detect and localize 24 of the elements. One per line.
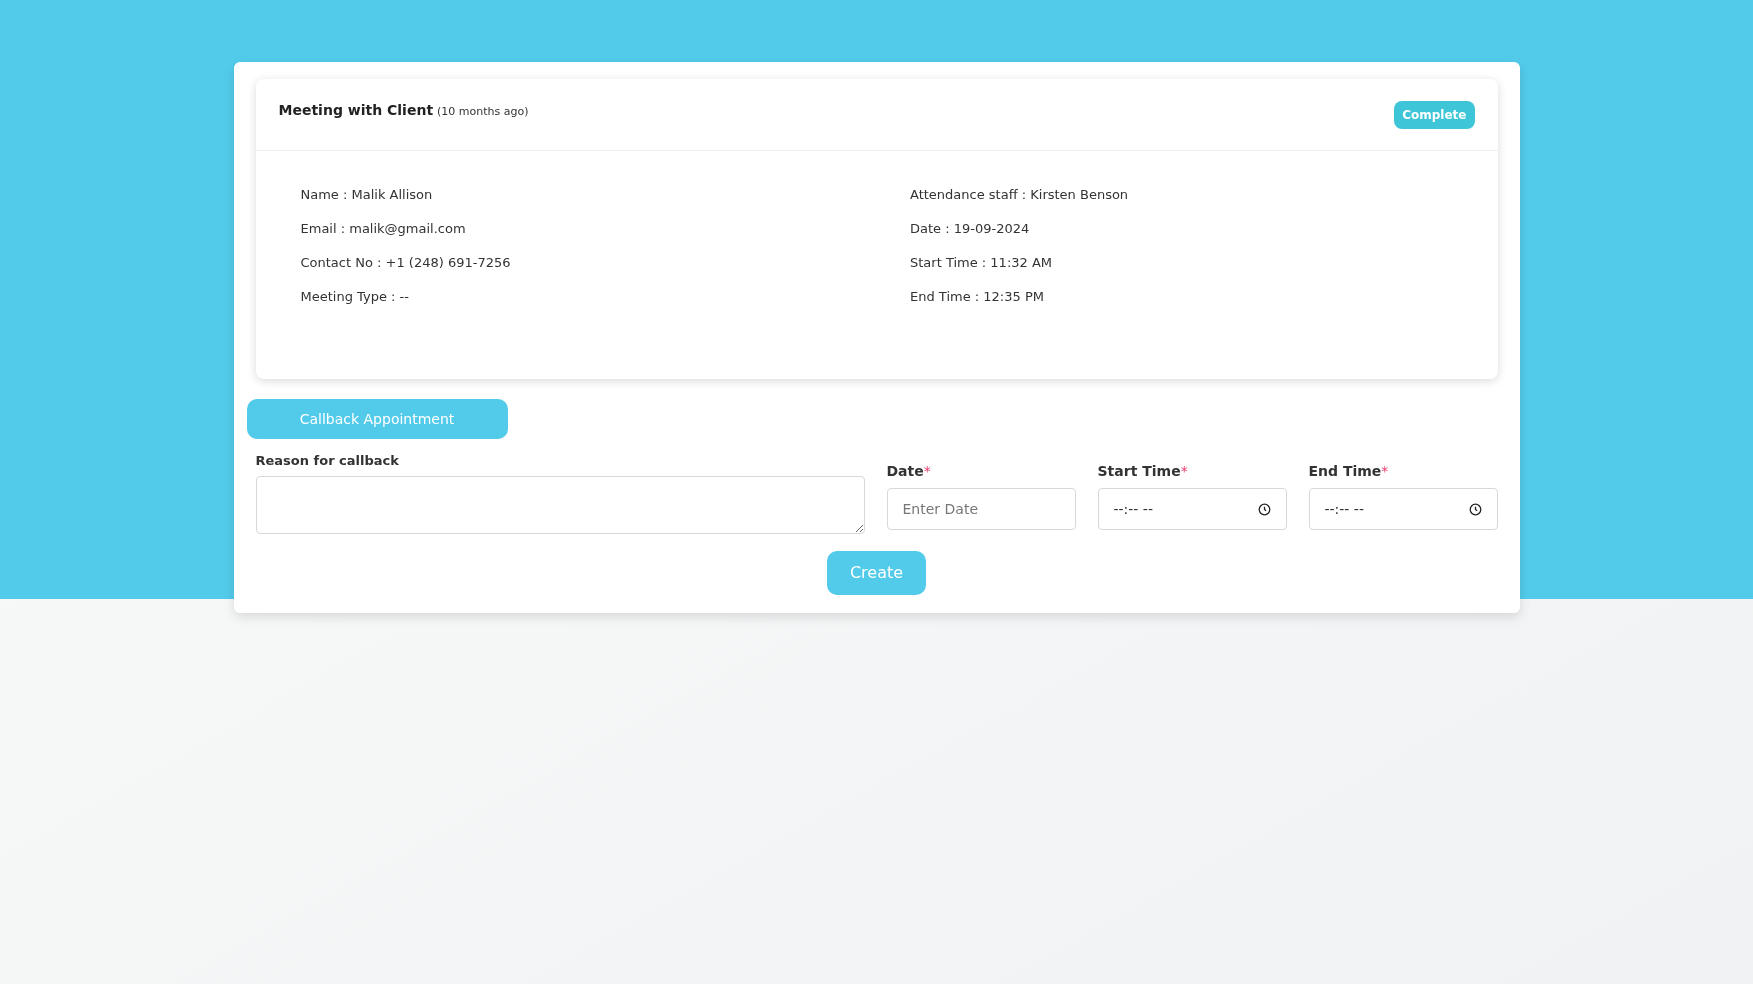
time-field[interactable]: --:-- -- <box>1308 488 1498 530</box>
required-mark: * <box>923 462 931 481</box>
clock-icon[interactable] <box>1468 502 1482 516</box>
meeting-detail: Name : Malik Allison <box>300 186 434 204</box>
meeting-detail: Meeting Type : -- <box>300 288 410 306</box>
field-label: End Time <box>1308 462 1382 481</box>
field-label: Start Time <box>1097 462 1181 481</box>
status-badge: Complete <box>1394 100 1475 129</box>
meeting-detail: Start Time : 11:32 AM <box>910 254 1054 272</box>
meeting-detail: End Time : 12:35 PM <box>910 288 1045 306</box>
meeting-detail: Date : 19-09-2024 <box>910 220 1031 238</box>
meeting-detail: Email : malik@gmail.com <box>300 220 467 238</box>
required-mark: * <box>1381 462 1389 481</box>
date-field[interactable]: Enter Date <box>886 488 1076 530</box>
meeting-detail: Attendance staff : Kirsten Benson <box>910 186 1130 204</box>
time-field[interactable]: --:-- -- <box>1097 488 1287 530</box>
required-mark: * <box>1180 462 1188 481</box>
meeting-detail: Contact No : +1 (248) 691-7256 <box>300 254 512 272</box>
clock-icon[interactable] <box>1257 502 1271 516</box>
meeting-age: (10 months ago) <box>437 104 529 120</box>
reason-field[interactable] <box>255 476 865 534</box>
field-label: Date <box>886 462 924 481</box>
field-label: Reason for callback <box>255 452 400 470</box>
meeting-title: Meeting with Client <box>278 101 434 120</box>
